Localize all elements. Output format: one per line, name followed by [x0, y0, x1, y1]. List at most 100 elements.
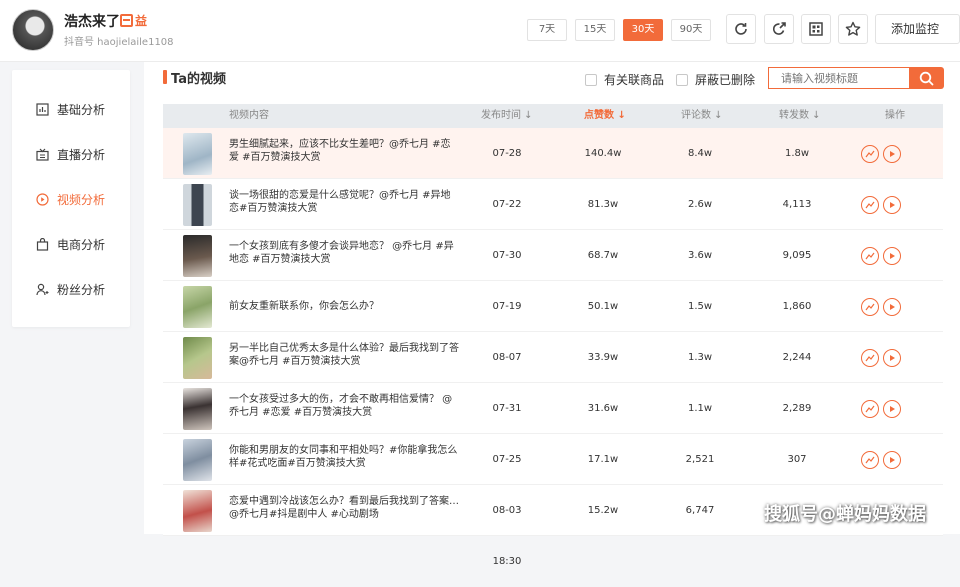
play-icon [890, 253, 895, 259]
video-thumbnail[interactable] [183, 184, 212, 226]
row-actions [861, 145, 901, 163]
sidebar-item-label: 视频分析 [57, 192, 106, 207]
comments-count: 6,747 [685, 505, 715, 516]
trend-icon [865, 252, 875, 260]
video-title[interactable]: 谈一场很甜的恋爱是什么感觉呢？@乔七月 #异地恋#百万赞演技大赏 [229, 189, 459, 215]
trend-button[interactable] [861, 400, 879, 418]
trend-icon [865, 201, 875, 209]
video-thumbnail[interactable] [183, 286, 212, 328]
fans-icon [36, 283, 49, 296]
likes-count: 140.4w [584, 148, 622, 159]
col-shares-label: 转发数 [779, 110, 809, 121]
trend-button[interactable] [861, 247, 879, 265]
play-icon [890, 355, 895, 361]
table-header: 视频内容 发布时间 ↓ 点赞数 ↓ 评论数 ↓ 转发数 ↓ 操作 [163, 104, 943, 128]
comments-count: 1.5w [687, 301, 713, 312]
sidebar-item-basic[interactable]: 基础分析 [36, 99, 105, 119]
video-title[interactable]: 恋爱中遇到冷战该怎么办？看到最后我找到了答案…@乔七月#抖是剧中人 #心动剧场 [229, 495, 459, 521]
likes-count: 81.3w [587, 199, 619, 210]
likes-count: 17.1w [587, 454, 619, 465]
sort-arrow-icon: ↓ [711, 110, 723, 121]
comments-count: 3.6w [687, 250, 713, 261]
col-time-label: 发布时间 [481, 110, 521, 121]
publish-time: 07-31 19:53 [492, 403, 522, 465]
row-actions [861, 196, 901, 214]
search-button[interactable] [909, 67, 944, 89]
sidebar-item-fans[interactable]: 粉丝分析 [36, 279, 105, 299]
favorite-button[interactable] [838, 14, 868, 44]
table-row[interactable]: 男生细腻起来，应该不比女生差吧？@乔七月 #恋爱 #百万赞演技大赏 07-28 … [163, 128, 943, 210]
play-button[interactable] [883, 196, 901, 214]
play-button[interactable] [883, 451, 901, 469]
qr-code-button[interactable] [801, 14, 831, 44]
trend-button[interactable] [861, 451, 879, 469]
trend-button[interactable] [861, 145, 879, 163]
add-monitor-button[interactable]: 添加监控 [875, 14, 960, 44]
video-thumbnail[interactable] [183, 235, 212, 277]
shares-count: 307 [787, 454, 807, 465]
trend-icon [865, 150, 875, 158]
period-7d-button[interactable]: 7天 [527, 19, 567, 41]
col-likes[interactable]: 点赞数 ↓ [584, 104, 626, 128]
table-row[interactable]: 另一半比自己优秀太多是什么体验？最后我找到了答案@乔七月 #百万赞演技大赏 08… [163, 332, 943, 414]
table-row[interactable]: 一个女孩受过多大的伤，才会不敢再相信爱情？ @乔七月 #恋爱 #百万赞演技大赏 … [163, 383, 943, 465]
refresh-button[interactable] [726, 14, 756, 44]
video-search-input[interactable] [768, 67, 910, 89]
col-content: 视频内容 [229, 110, 269, 121]
video-thumbnail[interactable] [183, 439, 212, 481]
trend-button[interactable] [861, 298, 879, 316]
period-30d-button[interactable]: 30天 [623, 19, 663, 41]
trend-button[interactable] [861, 349, 879, 367]
video-title[interactable]: 一个女孩受过多大的伤，才会不敢再相信爱情？ @乔七月 #恋爱 #百万赞演技大赏 [229, 393, 459, 419]
video-title[interactable]: 一个女孩到底有多傻才会谈异地恋？ @乔七月 #异地恋 #百万赞演技大赏 [229, 240, 459, 266]
period-90d-button[interactable]: 90天 [671, 19, 711, 41]
video-title[interactable]: 前女友重新联系你，你会怎么办？ [229, 300, 459, 313]
video-thumbnail[interactable] [183, 133, 212, 175]
play-button[interactable] [883, 145, 901, 163]
share-button[interactable] [764, 14, 794, 44]
trend-button[interactable] [861, 196, 879, 214]
publish-time: 07-25 14:47 [492, 454, 522, 516]
charity-badge: 益 [120, 12, 147, 29]
col-comments[interactable]: 评论数 ↓ [681, 104, 723, 128]
publish-time: 07-28 19:59 [492, 148, 522, 210]
video-title[interactable]: 你能和男朋友的女同事和平相处吗？#你能拿我怎么样#花式吃面#百万赞演技大赏 [229, 444, 459, 470]
shares-count: 4,113 [782, 199, 812, 210]
trend-icon [865, 456, 875, 464]
account-id: 抖音号 haojielaile1108 [64, 37, 174, 48]
col-shares[interactable]: 转发数 ↓ [779, 104, 821, 128]
table-row[interactable]: 前女友重新联系你，你会怎么办？ 07-19 18:54 50.1w 1.5w 1… [163, 281, 943, 363]
table-row[interactable]: 一个女孩到底有多傻才会谈异地恋？ @乔七月 #异地恋 #百万赞演技大赏 07-3… [163, 230, 943, 312]
video-title[interactable]: 另一半比自己优秀太多是什么体验？最后我找到了答案@乔七月 #百万赞演技大赏 [229, 342, 459, 368]
sidebar-item-ecommerce[interactable]: 电商分析 [36, 234, 105, 254]
shares-count: 2,244 [782, 352, 812, 363]
likes-count: 15.2w [587, 505, 619, 516]
play-button[interactable] [883, 400, 901, 418]
play-icon [890, 304, 895, 310]
sidebar-item-label: 电商分析 [57, 237, 106, 252]
video-thumbnail[interactable] [183, 490, 212, 532]
filter-has-product[interactable]: 有关联商品 [585, 71, 664, 88]
table-row[interactable]: 谈一场很甜的恋爱是什么感觉呢？@乔七月 #异地恋#百万赞演技大赏 07-22 1… [163, 179, 943, 261]
table-row[interactable]: 你能和男朋友的女同事和平相处吗？#你能拿我怎么样#花式吃面#百万赞演技大赏 07… [163, 434, 943, 516]
share-icon [772, 22, 786, 35]
publish-time: 08-07 18:30 [492, 352, 522, 414]
video-thumbnail[interactable] [183, 337, 212, 379]
avatar[interactable] [12, 9, 54, 51]
publish-time: 08-03 18:30 [492, 505, 522, 567]
filter-label: 屏蔽已删除 [695, 73, 756, 87]
checkbox-icon[interactable] [676, 73, 688, 86]
play-button[interactable] [883, 349, 901, 367]
checkbox-icon[interactable] [585, 73, 597, 86]
video-thumbnail[interactable] [183, 388, 212, 430]
video-title[interactable]: 男生细腻起来，应该不比女生差吧？@乔七月 #恋爱 #百万赞演技大赏 [229, 138, 459, 164]
sort-arrow-icon: ↓ [614, 110, 626, 121]
play-button[interactable] [883, 247, 901, 265]
sidebar-item-video[interactable]: 视频分析 [36, 189, 105, 209]
sidebar-item-live[interactable]: 直播分析 [36, 144, 105, 164]
filter-hide-deleted[interactable]: 屏蔽已删除 [676, 71, 755, 88]
play-button[interactable] [883, 298, 901, 316]
period-15d-button[interactable]: 15天 [575, 19, 615, 41]
live-tv-icon [36, 148, 49, 161]
col-time[interactable]: 发布时间 ↓ [481, 104, 533, 128]
